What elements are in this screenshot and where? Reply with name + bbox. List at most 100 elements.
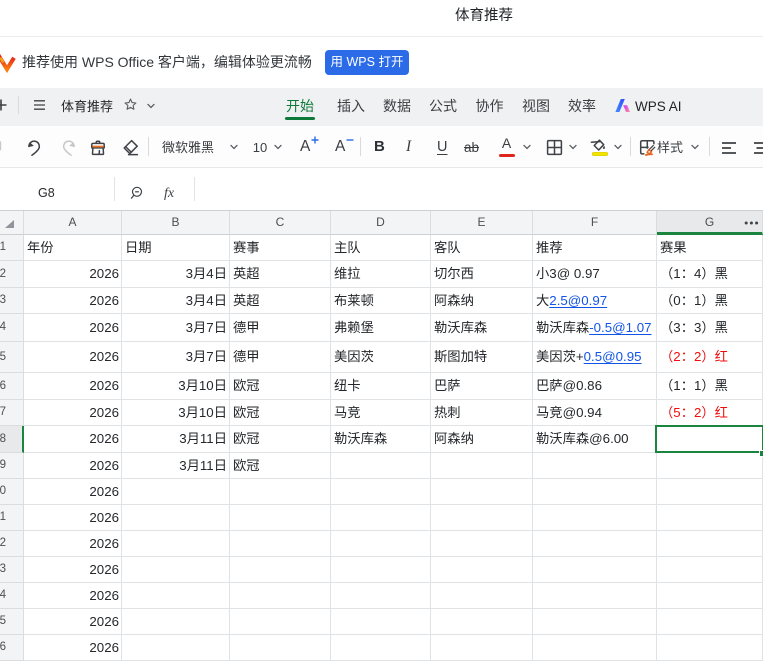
- column-header-D[interactable]: D: [331, 211, 431, 235]
- cell-C10[interactable]: [230, 479, 331, 505]
- cell-C1[interactable]: 赛事: [230, 235, 331, 261]
- cell-C12[interactable]: [230, 531, 331, 557]
- cell-G11[interactable]: [657, 505, 763, 531]
- strikethrough-button[interactable]: ab: [464, 139, 479, 156]
- cell-F13[interactable]: [533, 557, 657, 583]
- cell-G15[interactable]: [657, 609, 763, 635]
- cell-A1[interactable]: 年份: [24, 235, 122, 261]
- cell-G13[interactable]: [657, 557, 763, 583]
- tab-视图[interactable]: 视图: [522, 98, 550, 115]
- row-header-16[interactable]: 16: [0, 635, 24, 661]
- cell-C15[interactable]: [230, 609, 331, 635]
- cell-E16[interactable]: [431, 635, 533, 661]
- borders-icon[interactable]: [546, 139, 563, 156]
- cell-A4[interactable]: 2026: [24, 314, 122, 342]
- cell-C16[interactable]: [230, 635, 331, 661]
- tab-插入[interactable]: 插入: [337, 98, 365, 115]
- chevron-down-icon[interactable]: [273, 143, 283, 151]
- cell-F12[interactable]: [533, 531, 657, 557]
- cell-G10[interactable]: [657, 479, 763, 505]
- cell-C3[interactable]: 英超: [230, 288, 331, 314]
- cell-C2[interactable]: 英超: [230, 261, 331, 288]
- row-header-5[interactable]: 5: [0, 342, 24, 373]
- font-name-select[interactable]: 微软雅黑: [162, 140, 214, 155]
- cell-G4[interactable]: （3：3）黑: [657, 314, 763, 342]
- cell-C5[interactable]: 德甲: [230, 342, 331, 373]
- cell-B3[interactable]: 3月4日: [122, 288, 230, 314]
- cell-D3[interactable]: 布莱顿: [331, 288, 431, 314]
- fill-color-button[interactable]: [590, 139, 609, 156]
- cell-B11[interactable]: [122, 505, 230, 531]
- cell-E4[interactable]: 勒沃库森: [431, 314, 533, 342]
- cell-F11[interactable]: [533, 505, 657, 531]
- redo-icon[interactable]: [60, 140, 76, 156]
- cell-E10[interactable]: [431, 479, 533, 505]
- row-header-12[interactable]: 12: [0, 531, 24, 557]
- paste-partial-icon[interactable]: [0, 138, 2, 153]
- cell-E11[interactable]: [431, 505, 533, 531]
- cell-A14[interactable]: 2026: [24, 583, 122, 609]
- cell-A12[interactable]: 2026: [24, 531, 122, 557]
- cell-E5[interactable]: 斯图加特: [431, 342, 533, 373]
- cell-E6[interactable]: 巴萨: [431, 373, 533, 400]
- chevron-down-icon[interactable]: [690, 143, 700, 151]
- cell-G5[interactable]: （2：2）红: [657, 342, 763, 373]
- cell-link-text[interactable]: 0.5@0.95: [584, 349, 642, 364]
- cell-B10[interactable]: [122, 479, 230, 505]
- style-icon[interactable]: [639, 139, 656, 156]
- cell-E1[interactable]: 客队: [431, 235, 533, 261]
- cell-F3[interactable]: 大2.5@0.97: [533, 288, 657, 314]
- cell-G3[interactable]: （0：1）黑: [657, 288, 763, 314]
- cell-A11[interactable]: 2026: [24, 505, 122, 531]
- cell-D12[interactable]: [331, 531, 431, 557]
- cell-D7[interactable]: 马竞: [331, 400, 431, 426]
- cell-A9[interactable]: 2026: [24, 453, 122, 479]
- font-color-button[interactable]: A: [498, 135, 515, 157]
- cell-B2[interactable]: 3月4日: [122, 261, 230, 288]
- cell-F8[interactable]: 勒沃库森@6.00: [533, 426, 657, 453]
- cell-G1[interactable]: 赛果: [657, 235, 763, 261]
- cell-G16[interactable]: [657, 635, 763, 661]
- chevron-down-icon[interactable]: [568, 143, 578, 151]
- column-header-E[interactable]: E: [431, 211, 533, 235]
- cell-B8[interactable]: 3月11日: [122, 426, 230, 453]
- cell-G12[interactable]: [657, 531, 763, 557]
- cell-link-text[interactable]: -0.5@1.07: [589, 320, 651, 335]
- cell-A13[interactable]: 2026: [24, 557, 122, 583]
- cell-B5[interactable]: 3月7日: [122, 342, 230, 373]
- cell-E7[interactable]: 热刺: [431, 400, 533, 426]
- cell-F16[interactable]: [533, 635, 657, 661]
- underline-button[interactable]: U: [437, 138, 447, 156]
- cell-F2[interactable]: 小3@ 0.97: [533, 261, 657, 288]
- row-header-2[interactable]: 2: [0, 261, 24, 288]
- cell-D11[interactable]: [331, 505, 431, 531]
- row-header-14[interactable]: 14: [0, 583, 24, 609]
- cell-E3[interactable]: 阿森纳: [431, 288, 533, 314]
- cell-F1[interactable]: 推荐: [533, 235, 657, 261]
- increase-font-button[interactable]: A: [300, 136, 319, 156]
- row-header-13[interactable]: 13: [0, 557, 24, 583]
- cell-D5[interactable]: 美因茨: [331, 342, 431, 373]
- cell-C7[interactable]: 欧冠: [230, 400, 331, 426]
- row-header-8[interactable]: 8: [0, 426, 24, 453]
- row-header-4[interactable]: 4: [0, 314, 24, 342]
- decrease-font-button[interactable]: A: [335, 138, 354, 156]
- cell-G14[interactable]: [657, 583, 763, 609]
- cell-B9[interactable]: 3月11日: [122, 453, 230, 479]
- select-all-corner[interactable]: [0, 211, 24, 235]
- cell-link-text[interactable]: 2.5@0.97: [549, 293, 607, 308]
- cell-F6[interactable]: 巴萨@0.86: [533, 373, 657, 400]
- more-columns-icon[interactable]: [744, 211, 759, 235]
- cell-E12[interactable]: [431, 531, 533, 557]
- row-header-6[interactable]: 6: [0, 373, 24, 400]
- column-header-B[interactable]: B: [122, 211, 230, 235]
- tab-公式[interactable]: 公式: [429, 98, 457, 115]
- cell-G6[interactable]: （1：1）黑: [657, 373, 763, 400]
- row-header-7[interactable]: 7: [0, 400, 24, 426]
- format-painter-icon[interactable]: [90, 140, 106, 156]
- cell-B1[interactable]: 日期: [122, 235, 230, 261]
- document-title[interactable]: 体育推荐: [61, 99, 113, 115]
- column-header-F[interactable]: F: [533, 211, 657, 235]
- chevron-down-icon[interactable]: [146, 102, 156, 110]
- cell-A7[interactable]: 2026: [24, 400, 122, 426]
